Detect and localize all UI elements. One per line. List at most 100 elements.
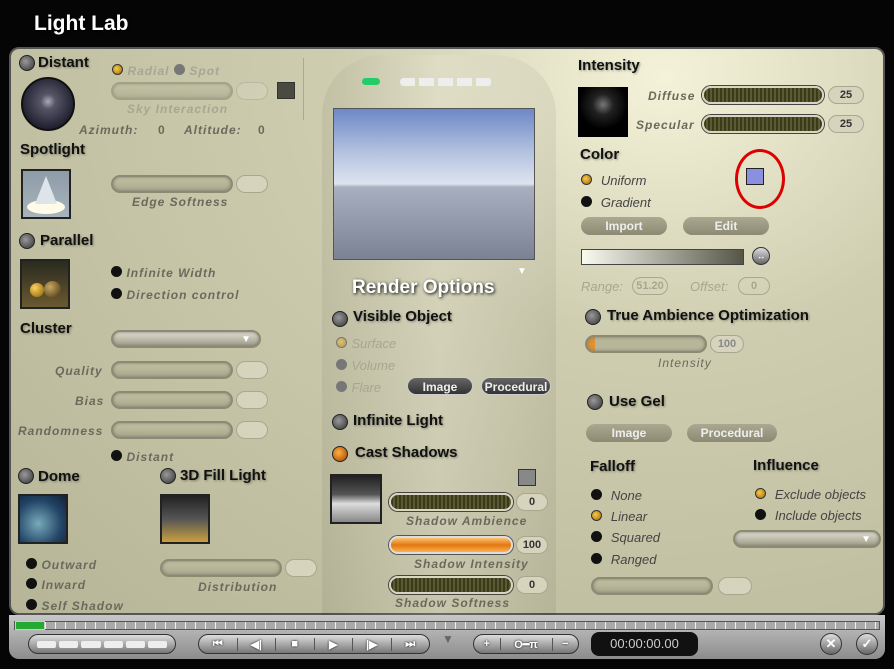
sky-interaction-value[interactable] — [236, 82, 268, 100]
distribution-slider[interactable] — [160, 559, 282, 577]
timeline-scrubber[interactable] — [14, 621, 880, 630]
gel-procedural-button[interactable]: Procedural — [687, 424, 777, 442]
ranged-radio[interactable] — [591, 553, 602, 564]
shadow-ambience-value[interactable]: 0 — [516, 493, 548, 511]
diffuse-slider[interactable] — [702, 86, 824, 104]
self-shadow-radio[interactable] — [26, 599, 37, 610]
add-key-button[interactable]: + — [474, 638, 501, 650]
radial-radio[interactable] — [112, 64, 123, 75]
sky-interaction-slider[interactable] — [111, 82, 233, 100]
import-button[interactable]: Import — [581, 217, 667, 235]
options-triangle-icon[interactable]: ▼ — [442, 632, 454, 646]
parallel-radio[interactable] — [19, 233, 35, 249]
bias-value[interactable] — [236, 391, 268, 409]
outward-radio[interactable] — [26, 558, 37, 569]
cluster-dropdown[interactable]: ▼ — [111, 330, 261, 348]
exclude-objects-radio[interactable] — [755, 488, 766, 499]
include-objects-radio[interactable] — [755, 509, 766, 520]
sky-interaction-label: Sky Interaction — [127, 102, 229, 116]
flare-image-button[interactable]: Image — [407, 377, 473, 395]
none-radio[interactable] — [591, 489, 602, 500]
play-button[interactable]: ▶ — [315, 637, 353, 651]
offset-value[interactable]: 0 — [738, 277, 770, 295]
timecode-display[interactable]: 00:00:00.00 — [591, 632, 698, 656]
edge-softness-slider[interactable] — [111, 175, 233, 193]
shadow-intensity-slider[interactable] — [389, 536, 513, 554]
stop-button[interactable]: ■ — [276, 638, 315, 650]
surface-radio[interactable] — [336, 337, 347, 348]
flare-radio[interactable] — [336, 381, 347, 392]
shadow-thumbnail[interactable] — [330, 474, 382, 524]
flare-procedural-button[interactable]: Procedural — [481, 377, 551, 395]
ambience-intensity-value[interactable]: 100 — [710, 335, 744, 353]
bias-slider[interactable] — [111, 391, 233, 409]
shadow-ambience-slider[interactable] — [389, 493, 513, 511]
preview-menu-arrow-icon[interactable]: ▼ — [517, 266, 527, 277]
azimuth-label: Azimuth: — [79, 123, 139, 137]
timeline-playhead[interactable] — [15, 621, 45, 630]
previous-frame-button[interactable]: ◀| — [238, 637, 276, 651]
use-gel-radio[interactable] — [587, 394, 603, 410]
quality-slider[interactable] — [111, 361, 233, 379]
visible-object-radio[interactable] — [332, 311, 348, 327]
cast-shadows-radio[interactable] — [332, 446, 348, 462]
ok-button[interactable]: ✓ — [856, 633, 878, 655]
randomness-value[interactable] — [236, 421, 268, 439]
dome-radio[interactable] — [18, 468, 34, 484]
next-frame-button[interactable]: |▶ — [353, 637, 392, 651]
influence-objects-dropdown[interactable]: ▼ — [733, 530, 881, 548]
keyframe-controls[interactable]: + O━π − — [473, 634, 579, 654]
gradient-radio[interactable] — [581, 196, 592, 207]
distant-light-sphere[interactable] — [21, 77, 75, 131]
linear-radio[interactable] — [591, 510, 602, 521]
squared-radio[interactable] — [591, 531, 602, 542]
preview-tabs[interactable] — [400, 78, 492, 86]
distant-radio[interactable] — [19, 55, 35, 71]
color-swatch[interactable] — [746, 168, 764, 185]
edit-button[interactable]: Edit — [683, 217, 769, 235]
view-buttons[interactable] — [28, 634, 176, 654]
fill-light-radio[interactable] — [160, 468, 176, 484]
sky-color-swatch[interactable] — [277, 82, 295, 99]
distribution-value[interactable] — [285, 559, 317, 577]
range-value[interactable]: 51.20 — [632, 277, 668, 295]
quality-value[interactable] — [236, 361, 268, 379]
inward-radio[interactable] — [26, 578, 37, 589]
randomness-slider[interactable] — [111, 421, 233, 439]
spot-radio[interactable] — [173, 64, 185, 75]
remove-key-button[interactable]: − — [553, 638, 579, 650]
specular-value[interactable]: 25 — [828, 115, 864, 133]
uniform-radio[interactable] — [581, 174, 592, 185]
shadow-softness-value[interactable]: 0 — [516, 576, 548, 594]
volume-radio[interactable] — [336, 359, 347, 370]
diffuse-value[interactable]: 25 — [828, 86, 864, 104]
spotlight-thumbnail[interactable] — [21, 169, 71, 219]
distant-label: Distant — [38, 54, 89, 71]
edge-softness-value[interactable] — [236, 175, 268, 193]
infinite-width-radio[interactable] — [111, 266, 122, 277]
shadow-intensity-label: Shadow Intensity — [414, 557, 529, 571]
fill-light-thumbnail[interactable] — [160, 494, 210, 544]
swap-arrows-icon[interactable]: ↔ — [752, 247, 770, 265]
falloff-value[interactable] — [718, 577, 752, 595]
chevron-down-icon: ▼ — [241, 334, 251, 345]
first-frame-button[interactable]: ⏮ — [199, 637, 238, 651]
shadow-intensity-value[interactable]: 100 — [516, 536, 548, 554]
dome-thumbnail[interactable] — [18, 494, 68, 544]
true-ambience-radio[interactable] — [585, 309, 601, 325]
gel-image-button[interactable]: Image — [586, 424, 672, 442]
cancel-button[interactable]: ✕ — [820, 633, 842, 655]
ambience-intensity-slider[interactable] — [585, 335, 707, 353]
distant-option-radio[interactable] — [111, 450, 122, 461]
shadow-color-swatch[interactable] — [518, 469, 536, 486]
last-frame-button[interactable]: ⏭ — [392, 638, 430, 651]
parallel-thumbnail[interactable] — [20, 259, 70, 309]
direction-control-radio[interactable] — [111, 288, 122, 299]
transport-controls[interactable]: ⏮ ◀| ■ ▶ |▶ ⏭ — [198, 634, 430, 654]
infinite-light-radio[interactable] — [332, 414, 348, 430]
key-icon[interactable]: O━π — [501, 637, 553, 651]
falloff-slider[interactable] — [591, 577, 713, 595]
gradient-bar[interactable] — [581, 249, 744, 265]
shadow-softness-slider[interactable] — [389, 576, 513, 594]
specular-slider[interactable] — [702, 115, 824, 133]
